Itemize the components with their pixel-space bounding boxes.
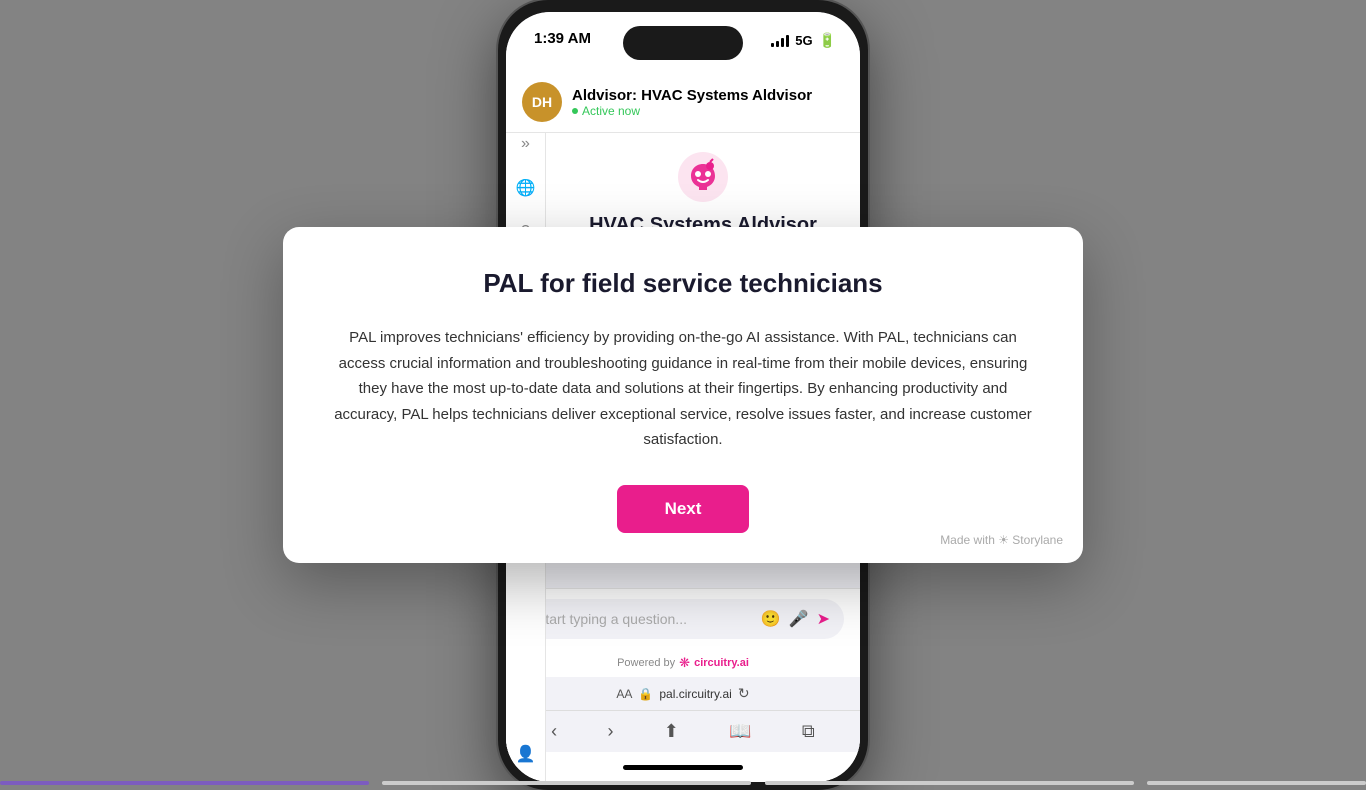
next-button[interactable]: Next [617, 485, 750, 533]
progress-segment-4 [1147, 781, 1366, 785]
modal-title: PAL for field service technicians [333, 267, 1033, 301]
modal-body: PAL improves technicians' efficiency by … [333, 325, 1033, 453]
modal-footer: Next [333, 485, 1033, 533]
modal-dialog: PAL for field service technicians PAL im… [283, 227, 1083, 562]
modal-overlay: PAL for field service technicians PAL im… [0, 0, 1366, 790]
progress-segment-3 [765, 781, 1134, 785]
storylane-credit: Made with ☀ Storylane [940, 533, 1063, 547]
progress-segment-2 [382, 781, 751, 785]
progress-bar-container [0, 776, 1366, 790]
progress-segment-1 [0, 781, 369, 785]
